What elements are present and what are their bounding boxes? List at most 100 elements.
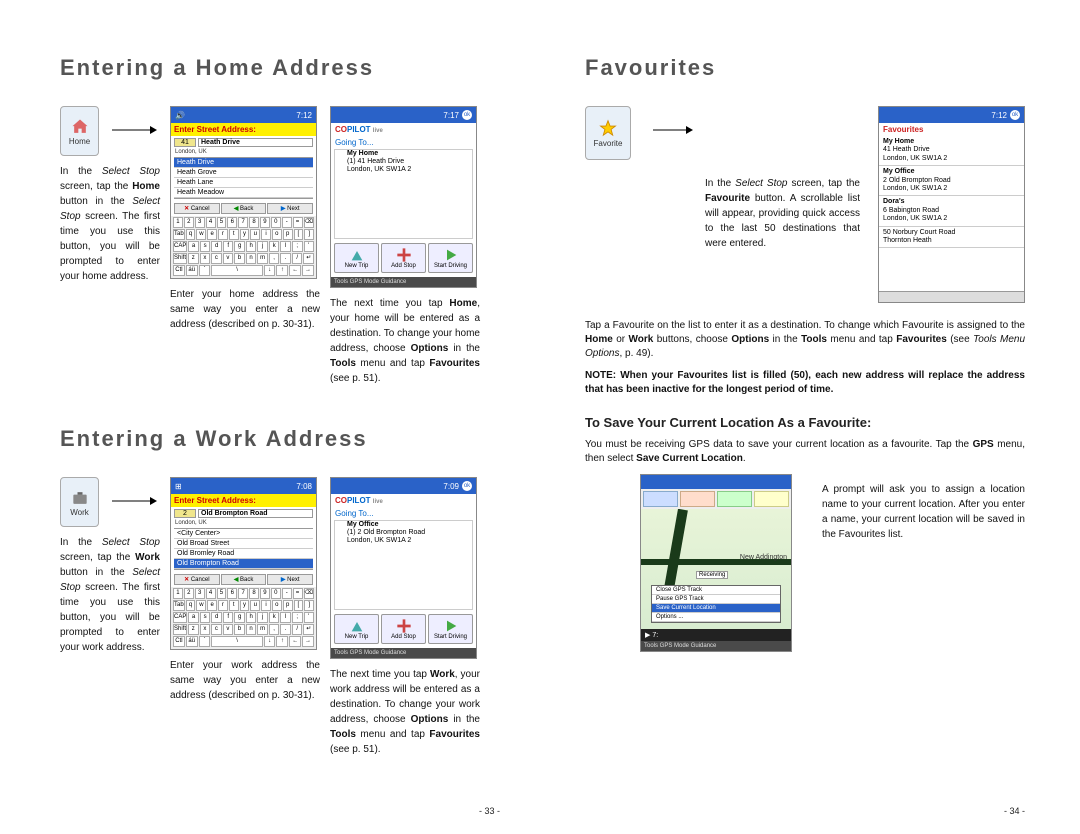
heading-favourites: Favourites <box>585 55 1025 81</box>
cancel-button[interactable]: ✕ Cancel <box>174 574 220 585</box>
page-left: Entering a Home Address Home In the Sele… <box>0 0 540 834</box>
toolbar-button[interactable] <box>680 491 715 507</box>
list-item[interactable]: Old Broad Street <box>174 539 313 549</box>
house-number-input[interactable]: 41 <box>174 138 196 147</box>
dest-title: My Home <box>335 150 472 158</box>
heading-work: Entering a Work Address <box>60 426 500 452</box>
street-list[interactable]: <City Center> Old Broad Street Old Broml… <box>174 528 313 570</box>
heading-save-location: To Save Your Current Location As a Favou… <box>585 415 1025 430</box>
device1-caption: Enter your home address the same way you… <box>170 287 320 332</box>
list-item[interactable]: Old Brompton Road <box>174 559 313 569</box>
city-label: London, UK <box>171 149 316 155</box>
time-label: 7:09 <box>443 482 459 491</box>
save-loc-caption: A prompt will ask you to assign a locati… <box>822 482 1025 542</box>
work-icon-label: Work <box>70 508 89 517</box>
home-icon-button[interactable]: Home <box>60 106 99 156</box>
favourite-item[interactable]: Dora's6 Babington RoadLondon, UK SW1A 2 <box>879 196 1024 226</box>
device-favourites-list: 7:12ok Favourites My Home41 Heath DriveL… <box>878 106 1025 303</box>
menu-item-save-current[interactable]: Save Current Location <box>652 604 780 613</box>
favourite-item[interactable]: My Home41 Heath DriveLondon, UK SW1A 2 <box>879 136 1024 166</box>
bottom-menu[interactable]: Tools GPS Mode Guidance <box>331 277 476 287</box>
new-trip-button[interactable]: New Trip <box>334 243 379 273</box>
ok-button[interactable]: ok <box>462 481 472 491</box>
heading-home: Entering a Home Address <box>60 55 500 81</box>
device-work1-caption: Enter your work address the same way you… <box>170 658 320 703</box>
work-icon-button[interactable]: Work <box>60 477 99 527</box>
map-label: New Addington <box>740 554 787 561</box>
arrow-icon <box>109 106 160 154</box>
start-driving-button[interactable]: Start Driving <box>428 243 473 273</box>
device-work2-caption: The next time you tap Work, your work ad… <box>330 667 480 757</box>
list-item[interactable]: Heath Lane <box>174 178 313 188</box>
street-input[interactable]: Old Brompton Road <box>198 509 313 518</box>
dest-title: My Office <box>335 521 472 529</box>
toolbar-button[interactable] <box>754 491 789 507</box>
cancel-button[interactable]: ✕ Cancel <box>174 203 220 214</box>
home-icon <box>70 117 90 137</box>
ok-button[interactable]: ok <box>1010 110 1020 120</box>
home-icon-label: Home <box>69 137 90 146</box>
bottom-menu[interactable]: Tools GPS Mode Guidance <box>331 648 476 658</box>
device-work-input: ⊞7:08 Enter Street Address: 2 Old Brompt… <box>170 477 317 650</box>
favourite-item[interactable]: 50 Norbury Court RoadThornton Heath <box>879 227 1024 249</box>
favourite-item[interactable]: My Office2 Old Brompton RoadLondon, UK S… <box>879 166 1024 196</box>
add-stop-button[interactable]: Add Stop <box>381 243 426 273</box>
back-button[interactable]: ◀ Back <box>221 203 267 214</box>
house-number-input[interactable]: 2 <box>174 509 196 518</box>
fav-note: NOTE: When your Favourites list is fille… <box>585 369 1025 397</box>
time-label: 7:17 <box>443 111 459 120</box>
menu-item[interactable]: Pause GPS Track <box>652 595 780 604</box>
list-item[interactable]: Heath Grove <box>174 168 313 178</box>
device2-caption: The next time you tap Home, your home wi… <box>330 296 480 386</box>
favourites-list[interactable]: My Home41 Heath DriveLondon, UK SW1A 2 M… <box>879 136 1024 291</box>
enter-street-header: Enter Street Address: <box>171 494 316 507</box>
toolbar-button[interactable] <box>717 491 752 507</box>
add-stop-button[interactable]: Add Stop <box>381 614 426 644</box>
gps-context-menu[interactable]: Close GPS Track Pause GPS Track Save Cur… <box>651 585 781 623</box>
street-input[interactable]: Heath Drive <box>198 138 313 147</box>
favourite-icon-label: Favorite <box>594 139 623 148</box>
start-driving-button[interactable]: Start Driving <box>428 614 473 644</box>
toolbar-button[interactable] <box>643 491 678 507</box>
going-to-label: Going To... <box>331 507 476 520</box>
list-item[interactable]: Heath Drive <box>174 158 313 168</box>
dest-line: London, UK SW1A 2 <box>335 166 472 174</box>
keyboard[interactable]: 1234567890-=⌫ Tabqwertyuiop[] CAPasdfghj… <box>171 587 316 649</box>
menu-item[interactable]: Options ... <box>652 613 780 622</box>
device-map-gps: New Addington Receiving Close GPS Track … <box>640 474 792 652</box>
fav-body1: Tap a Favourite on the list to enter it … <box>585 319 1025 361</box>
bottom-menu[interactable]: Tools GPS Mode Guidance <box>641 641 791 651</box>
favourites-header: Favourites <box>879 123 1024 136</box>
dest-line: (1) 2 Old Brompton Road <box>335 529 472 537</box>
page-number: - 34 - <box>1004 806 1025 816</box>
next-button[interactable]: ▶ Next <box>267 574 313 585</box>
ok-button[interactable]: ok <box>462 110 472 120</box>
keyboard[interactable]: 1234567890-=⌫ Tabqwertyuiop[] CAPasdfghj… <box>171 216 316 278</box>
page-number: - 33 - <box>479 806 500 816</box>
home-caption-left: In the Select Stop screen, tap the Home … <box>60 164 160 284</box>
device-home-input: 🔊7:12 Enter Street Address: 41 Heath Dri… <box>170 106 317 279</box>
street-list[interactable]: Heath Drive Heath Grove Heath Lane Heath… <box>174 157 313 199</box>
map-view[interactable]: New Addington Receiving Close GPS Track … <box>641 509 791 629</box>
device-work-going: 7:09ok COPILOT live Going To... My Offic… <box>330 477 477 659</box>
page-right: Favourites Favorite In the Select Stop s… <box>540 0 1080 834</box>
list-item[interactable]: Old Bromley Road <box>174 549 313 559</box>
arrow-icon <box>650 106 695 154</box>
time-label: 7:08 <box>296 482 312 491</box>
gps-status: Receiving <box>696 571 728 579</box>
new-trip-button[interactable]: New Trip <box>334 614 379 644</box>
next-button[interactable]: ▶ Next <box>267 203 313 214</box>
save-loc-body: You must be receiving GPS data to save y… <box>585 438 1025 466</box>
back-button[interactable]: ◀ Back <box>221 574 267 585</box>
star-icon <box>598 119 618 139</box>
enter-street-header: Enter Street Address: <box>171 123 316 136</box>
list-item[interactable]: <City Center> <box>174 529 313 539</box>
menu-item[interactable]: Close GPS Track <box>652 586 780 595</box>
dest-line: London, UK SW1A 2 <box>335 537 472 545</box>
time-label: 7:12 <box>991 111 1007 120</box>
fav-caption: In the Select Stop screen, tap the Favou… <box>705 176 860 251</box>
list-item[interactable]: Heath Meadow <box>174 188 313 198</box>
dest-line: (1) 41 Heath Drive <box>335 158 472 166</box>
favourite-icon-button[interactable]: Favorite <box>585 106 631 160</box>
arrow-icon <box>109 477 160 525</box>
